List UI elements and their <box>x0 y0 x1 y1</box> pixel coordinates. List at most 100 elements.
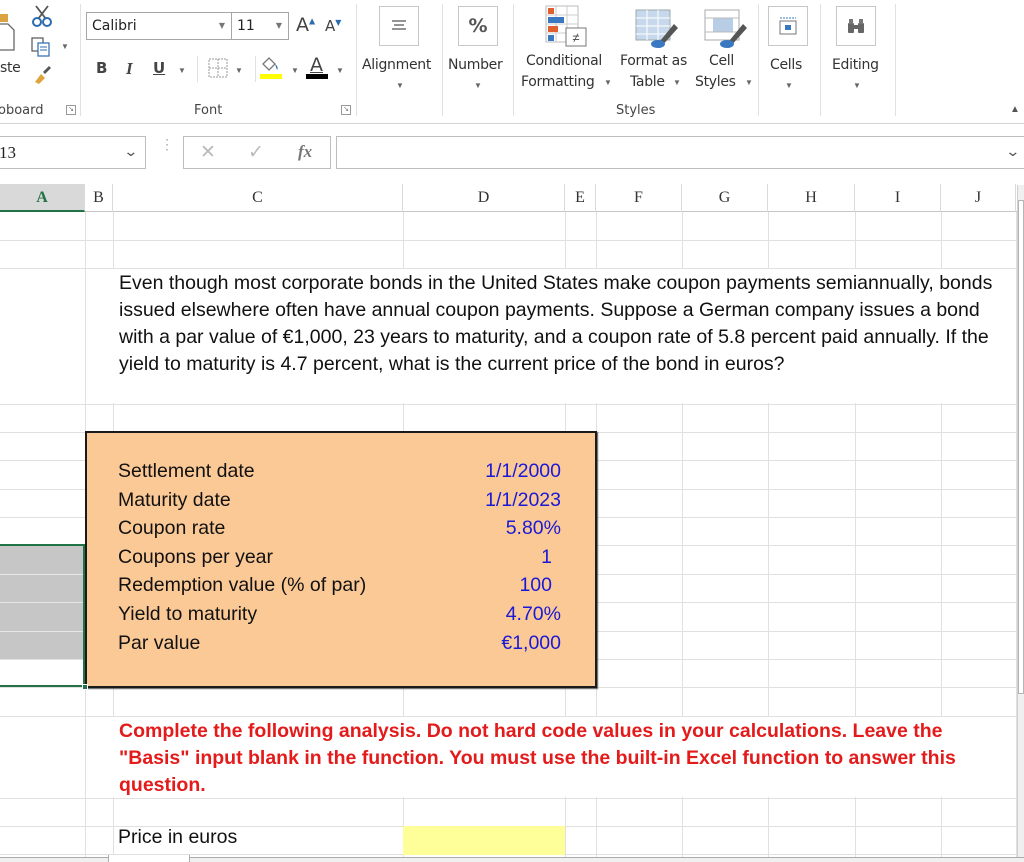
italic-button[interactable]: I <box>126 59 133 79</box>
input-value[interactable]: 5.80% <box>506 517 561 540</box>
font-size-combo[interactable]: 11 ▼ <box>231 12 289 40</box>
vertical-scrollbar-thumb[interactable] <box>1018 200 1024 694</box>
price-answer-cell[interactable] <box>403 826 565 855</box>
column-header-h[interactable]: H <box>768 184 855 212</box>
input-value[interactable]: 4.70% <box>506 603 561 626</box>
collapse-ribbon-icon[interactable]: ▲ <box>1010 104 1020 115</box>
group-separator <box>895 4 896 116</box>
column-header-g[interactable]: G <box>682 184 768 212</box>
formula-bar: 13 ⌄ ⋮ ✕ ✓ fx ⌄ <box>0 124 1024 184</box>
font-group-label: Font <box>194 103 223 118</box>
input-label: Coupons per year <box>118 545 274 568</box>
cell-styles-label-2: Styles <box>695 74 736 90</box>
formula-bar-grip[interactable]: ⋮ <box>160 137 174 151</box>
font-color-dropdown[interactable]: ▼ <box>336 66 344 75</box>
clipboard-dialog-launcher[interactable]: ↘ <box>66 105 76 115</box>
group-separator <box>356 4 357 116</box>
expand-formula-bar-icon[interactable]: ⌄ <box>1006 143 1021 160</box>
chevron-down-icon[interactable]: ⌄ <box>124 144 139 161</box>
font-dialog-launcher[interactable]: ↘ <box>341 105 351 115</box>
grow-font-button[interactable]: A▲ <box>296 14 315 36</box>
price-label: Price in euros <box>118 826 238 848</box>
paste-icon <box>0 14 15 51</box>
borders-dropdown[interactable]: ▼ <box>235 66 243 75</box>
editing-icon-box <box>836 6 876 46</box>
fill-handle[interactable] <box>82 684 88 690</box>
column-header-b[interactable]: B <box>85 184 113 212</box>
format-painter-icon[interactable] <box>31 64 53 86</box>
cell-styles-icon <box>704 9 747 48</box>
column-header-i[interactable]: I <box>855 184 941 212</box>
fill-color-button[interactable] <box>259 54 285 82</box>
font-color-button[interactable]: A <box>306 54 330 82</box>
row-gridline <box>0 240 1016 241</box>
alignment-button[interactable]: Alignment ▼ <box>360 4 438 94</box>
problem-text: Even though most corporate bonds in the … <box>119 270 1009 378</box>
input-label: Maturity date <box>118 488 231 511</box>
input-value[interactable]: 1 <box>541 546 552 569</box>
format-as-table-button[interactable]: Format as Table ▼ <box>618 4 694 96</box>
paste-button[interactable]: ste <box>0 6 21 86</box>
chevron-down-icon: ▼ <box>785 81 793 90</box>
insert-function-icon[interactable]: fx <box>298 142 312 162</box>
sheet-tab-active[interactable] <box>108 855 190 862</box>
input-value[interactable]: €1,000 <box>501 632 561 655</box>
cells-icon-box <box>768 6 808 46</box>
column-header-c[interactable]: C <box>113 184 403 212</box>
separator <box>255 56 256 82</box>
fill-color-swatch <box>260 74 282 79</box>
conditional-formatting-label-2: Formatting <box>521 74 595 90</box>
font-name-combo[interactable]: Calibri ▼ <box>86 12 232 40</box>
cell-styles-button[interactable]: Cell Styles ▼ <box>693 4 755 96</box>
group-separator <box>758 4 759 116</box>
alignment-label: Alignment <box>362 57 432 73</box>
font-color-swatch <box>306 74 328 79</box>
group-separator <box>442 4 443 116</box>
paint-bucket-icon <box>262 57 278 71</box>
conditional-formatting-icon: ≠ <box>545 5 587 47</box>
chevron-down-icon: ▼ <box>673 78 681 87</box>
enter-icon[interactable]: ✓ <box>248 141 264 164</box>
styles-group-label: Styles <box>616 103 656 118</box>
chevron-down-icon: ▼ <box>604 78 612 87</box>
align-center-icon <box>392 20 406 30</box>
formula-input[interactable]: ⌄ <box>336 136 1024 169</box>
chevron-down-icon: ▼ <box>745 78 753 87</box>
input-label: Par value <box>118 631 201 654</box>
formula-buttons: ✕ ✓ fx <box>183 136 331 169</box>
row-gridline <box>0 404 1016 405</box>
cells-icon <box>779 17 797 35</box>
column-header-e[interactable]: E <box>565 184 596 212</box>
cancel-icon[interactable]: ✕ <box>200 141 216 164</box>
column-header-d[interactable]: D <box>403 184 565 212</box>
conditional-formatting-label-1: Conditional <box>526 53 602 69</box>
underline-button[interactable]: U <box>153 59 165 77</box>
column-header-f[interactable]: F <box>596 184 682 212</box>
editing-button[interactable]: Editing ▼ <box>824 4 888 94</box>
input-value[interactable]: 1/1/2000 <box>485 460 561 483</box>
input-value[interactable]: 100 <box>519 574 552 597</box>
borders-icon[interactable] <box>208 58 228 78</box>
underline-dropdown[interactable]: ▼ <box>178 66 186 75</box>
percent-icon: % <box>458 6 498 46</box>
font-size-value: 11 <box>237 18 255 34</box>
column-header-j[interactable]: J <box>941 184 1016 212</box>
number-button[interactable]: % Number ▼ <box>446 4 510 94</box>
cut-icon[interactable] <box>31 4 53 28</box>
copy-dropdown[interactable]: ▼ <box>61 42 69 51</box>
font-name-value: Calibri <box>92 18 137 34</box>
conditional-formatting-button[interactable]: ≠ Conditional Formatting ▼ <box>518 4 616 96</box>
bold-button[interactable]: B <box>96 59 107 77</box>
cells-button[interactable]: Cells ▼ <box>762 4 816 94</box>
name-box[interactable]: 13 ⌄ <box>0 136 146 169</box>
alignment-icon-box <box>379 6 419 46</box>
copy-icon[interactable] <box>30 36 52 58</box>
column-header-a[interactable]: A <box>0 184 85 212</box>
group-separator <box>80 4 81 116</box>
name-box-value: 13 <box>0 143 16 162</box>
fill-color-dropdown[interactable]: ▼ <box>291 66 299 75</box>
format-as-table-icon <box>635 9 678 48</box>
shrink-font-button[interactable]: A▼ <box>325 17 341 35</box>
input-value[interactable]: 1/1/2023 <box>485 489 561 512</box>
chevron-down-icon: ▼ <box>474 81 482 90</box>
